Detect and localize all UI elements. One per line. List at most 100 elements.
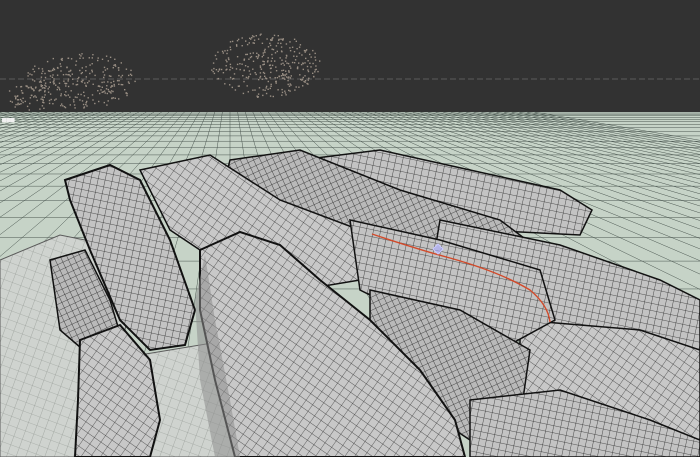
point-cloud-point [245,53,247,56]
point-cloud-point [269,95,272,97]
3d-viewport[interactable]: ■■■ [0,0,700,457]
point-cloud-point [275,70,278,72]
point-cloud-point [39,108,41,110]
point-cloud-point [258,87,261,89]
point-cloud-point [67,74,69,76]
point-cloud-point [243,80,245,83]
point-cloud-point [222,72,225,74]
point-cloud-point [31,94,33,97]
point-cloud-point [116,80,119,82]
point-cloud-point [14,106,16,108]
point-cloud-point [78,76,80,79]
point-cloud-point [251,35,254,37]
point-cloud-point [264,89,266,91]
point-cloud-point [53,80,55,82]
point-cloud-point [302,62,304,65]
point-cloud-point [263,63,265,65]
point-cloud-point [242,75,244,77]
point-cloud-point [260,68,263,70]
point-cloud-point [91,63,93,65]
point-cloud-point [65,85,67,87]
point-cloud-point [110,75,112,77]
point-cloud-point [281,51,283,53]
point-cloud-point [273,34,276,37]
point-cloud-point [60,93,62,95]
point-cloud-point [15,86,18,88]
point-cloud-point [106,68,109,70]
point-cloud-point [262,54,265,56]
point-cloud-point [289,77,292,79]
point-cloud-point [302,76,304,79]
point-cloud-point [289,50,292,52]
point-cloud-point [33,80,36,82]
point-cloud-point [124,89,126,91]
point-cloud-point [120,62,122,64]
point-cloud-point [271,57,273,59]
point-cloud-point [111,85,113,87]
point-cloud-point [224,83,226,85]
point-cloud-point [66,66,68,68]
point-cloud-point [81,71,83,74]
point-cloud-point [264,48,266,51]
point-cloud-point [304,75,306,77]
point-cloud-point [289,90,291,92]
point-cloud-point [226,68,228,70]
point-cloud-point [282,74,284,76]
point-cloud-point [127,81,130,83]
point-cloud-point [244,65,247,67]
point-cloud-point [91,69,93,71]
point-cloud-point [217,70,219,73]
point-cloud-point [254,72,256,74]
scene-canvas[interactable] [0,0,700,457]
point-cloud-point [76,83,79,86]
point-cloud-point [249,37,251,39]
point-cloud-point [263,50,266,52]
point-cloud-point [281,59,283,61]
point-cloud-point [218,68,221,70]
point-cloud-point [258,54,260,57]
point-cloud-point [262,71,265,74]
point-cloud-point [257,38,260,40]
point-cloud-point [113,64,115,67]
point-cloud-point [226,49,229,52]
point-cloud-point [249,73,252,75]
point-cloud-point [54,99,56,101]
point-cloud-point [92,99,94,101]
point-cloud-point [226,61,228,63]
point-cloud-point [307,70,310,73]
point-cloud-point [108,75,111,77]
point-cloud-point [126,94,128,97]
point-cloud-point [83,107,85,109]
point-cloud-point [120,76,122,78]
point-cloud-point [55,98,57,100]
point-cloud-point [43,107,45,109]
point-cloud-point [85,66,87,68]
point-cloud-point [67,85,70,88]
point-cloud-point [252,68,254,70]
point-cloud-point [300,63,303,66]
point-cloud-point [229,41,232,43]
point-cloud-point [281,91,284,94]
point-cloud-point [239,63,241,65]
point-cloud-point [15,103,17,106]
point-cloud-point [64,83,67,85]
point-cloud-point [293,38,296,40]
point-cloud-point [277,42,279,44]
point-cloud-point [282,39,284,41]
point-cloud-point [40,81,42,83]
point-cloud-point [228,58,230,61]
point-cloud-point [114,64,116,66]
point-cloud-point [247,66,249,68]
viewport-background [0,0,700,112]
point-cloud-point [229,84,231,86]
point-cloud-point [271,53,273,56]
point-cloud-point [36,99,38,102]
point-cloud-point [44,82,47,84]
point-cloud-point [64,94,66,96]
point-cloud-point [107,88,109,91]
point-cloud-point [259,72,262,74]
point-cloud-point [224,50,226,52]
point-cloud-point [61,103,63,105]
point-cloud-point [241,37,243,39]
point-cloud-point [92,54,94,56]
